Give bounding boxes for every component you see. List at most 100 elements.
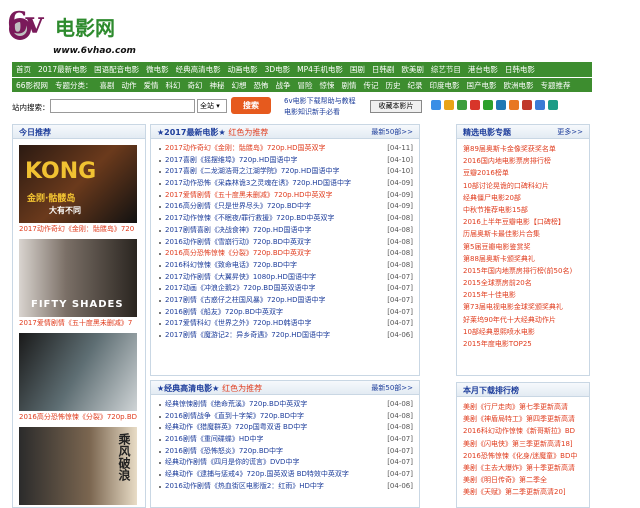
topic-item[interactable]: 第88届奥斯卡颁奖典礼 <box>463 253 585 265</box>
movie-link[interactable]: 2016科幻惊悚《致命电话》720p.BD中字 <box>165 260 297 272</box>
movie-row[interactable]: 2017剧情《古惑仔之柱国风暴》720p.HD国语中字 [04-07] <box>159 295 413 307</box>
movie-link[interactable]: 2016动作剧情《雪崩行动》720p.BD中英双字 <box>165 237 311 249</box>
topic-link[interactable]: 历届奥斯卡最佳影片合集 <box>463 230 540 238</box>
poster-caption[interactable]: 2017爱情剧情《五十度黑未删减》7 <box>19 318 137 328</box>
category-nav-link[interactable]: 历史 <box>386 80 401 91</box>
movie-link[interactable]: 2016高分剧情《只是世界尽头》720p.BD中字 <box>165 201 311 213</box>
movie-link[interactable]: 2017喜剧《二龙湖浩哥之江湖学院》720p.HD国语中字 <box>165 166 340 178</box>
movie-link[interactable]: 2017动作奇幻《金刚：骷髅岛》720p.HD国英双字 <box>165 143 326 155</box>
poster-item[interactable]: 2016高分恐怖惊悚《分裂》720p.BD <box>19 333 137 422</box>
download-rank-item[interactable]: 美剧《明日传奇》第二季全 <box>463 474 585 486</box>
topic-item[interactable]: 2015年十佳电影 <box>463 289 585 301</box>
topic-link[interactable]: 2015全球票房前20名 <box>463 279 532 287</box>
category-nav-link[interactable]: 纪录 <box>408 80 423 91</box>
movie-link[interactable]: 2017剧情《古惑仔之柱国风暴》720p.HD国语中字 <box>165 295 326 307</box>
topic-link[interactable]: 第73届电视电影金球奖颁奖典礼 <box>463 303 563 311</box>
poster-item[interactable]: 乘风破浪 <box>19 427 137 505</box>
main-nav-link[interactable]: 微电影 <box>146 64 169 75</box>
movie-row[interactable]: 2016动作剧情《热血街区电影版2：红雨》HD中字 [04-06] <box>159 481 413 493</box>
topic-link[interactable]: 10部讨论晃诡的口碑科幻片 <box>463 182 549 190</box>
topic-link[interactable]: 2016国内地电影票房排行榜 <box>463 157 551 165</box>
download-rank-link[interactable]: 美剧《闪电侠》第三季更新高清18] <box>463 440 573 448</box>
movie-link[interactable]: 2016剧情《恐怖怒炎》720p.BD中字 <box>165 446 283 458</box>
topic-item[interactable]: 2015年度电影TOP25 <box>463 338 585 350</box>
main-nav-link[interactable]: 综艺节目 <box>431 64 461 75</box>
category-nav-link[interactable]: 剧情 <box>342 80 357 91</box>
topic-link[interactable]: 豆瓣2016榜单 <box>463 169 509 177</box>
movie-row[interactable]: 2016剧情《重间碟蝶》HD中字 [04-07] <box>159 434 413 446</box>
topic-item[interactable]: 2015年国内地票房排行榜(前50名) <box>463 265 585 277</box>
category-nav-link[interactable]: 惊悚 <box>320 80 335 91</box>
movie-row[interactable]: 2017爱情科幻《世界之外》720p.HD韩语中字 [04-07] <box>159 318 413 330</box>
share-green-icon[interactable] <box>483 100 493 110</box>
movie-link[interactable]: 2017爱情剧情《五十度黑未删减》720p.HD中英双字 <box>165 190 333 202</box>
movie-link[interactable]: 2017剧情《魔游记2：异乡奇遇》720p.HD国语中字 <box>165 330 330 342</box>
poster-image[interactable] <box>19 333 137 411</box>
download-rank-link[interactable]: 美剧《天赋》第二季更新高清20] <box>463 488 566 496</box>
download-rank-item[interactable]: 美剧《主去大爆炸》第十季更新高清 <box>463 462 585 474</box>
category-nav-link[interactable]: 66影视网 <box>16 80 48 91</box>
download-rank-item[interactable]: 美剧《闪电侠》第三季更新高清18] <box>463 438 585 450</box>
movie-link[interactable]: 2016剧情《船友》720p.BD中英双字 <box>165 307 283 319</box>
topic-item[interactable]: 豆瓣2016榜单 <box>463 167 585 179</box>
category-nav-link[interactable]: 专题推荐 <box>541 80 571 91</box>
movie-row[interactable]: 2016剧情《船友》720p.BD中英双字 [04-07] <box>159 307 413 319</box>
download-rank-item[interactable]: 2016科幻动作惊悚《新哥斯拉》BD <box>463 425 585 437</box>
movie-row[interactable]: 2017动作剧情《大翼昇侠》1080p.HD国语中字 [04-07] <box>159 272 413 284</box>
category-nav-link[interactable]: 奇幻 <box>188 80 203 91</box>
main-nav-link[interactable]: 经典高清电影 <box>176 64 221 75</box>
movie-row[interactable]: 2017爱情剧情《五十度黑未删减》720p.HD中英双字 [04-09] <box>159 190 413 202</box>
help-link-tutorial[interactable]: 6v电影下载帮助与教程 <box>284 96 356 107</box>
category-nav-link[interactable]: 爱情 <box>144 80 159 91</box>
main-nav-link[interactable]: 2017最新电影 <box>38 64 87 75</box>
poster-item[interactable]: FIFTY SHADES 2017爱情剧情《五十度黑未删减》7 <box>19 239 137 328</box>
movie-link[interactable]: 2017喜剧《摇摆维埠》720p.HD国语中字 <box>165 155 298 167</box>
download-rank-item[interactable]: 美剧《天赋》第二季更新高清20] <box>463 486 585 498</box>
download-rank-link[interactable]: 美剧《神盾局特工》第四季更新高清 <box>463 415 575 423</box>
main-nav-link[interactable]: 3D电影 <box>265 64 291 75</box>
movie-row[interactable]: 2016动作剧情《雪崩行动》720p.BD中英双字 [04-08] <box>159 237 413 249</box>
topic-link[interactable]: 第89届奥斯卡金像奖获奖名单 <box>463 145 556 153</box>
share-kaixin-icon[interactable] <box>535 100 545 110</box>
help-link-newbie[interactable]: 电影知识新手必看 <box>284 107 356 118</box>
topic-link[interactable]: 2015年国内地票房排行榜(前50名) <box>463 267 572 275</box>
bookmark-button[interactable]: 收藏本影片 <box>370 100 422 113</box>
movie-row[interactable]: 2017喜剧《二龙湖浩哥之江湖学院》720p.HD国语中字 [04-10] <box>159 166 413 178</box>
category-nav-link[interactable]: 神秘 <box>210 80 225 91</box>
topic-link[interactable]: 2016上半年豆瓣电影【口碑榜】 <box>463 218 565 226</box>
download-rank-item[interactable]: 2016恐怖惊悚《化身/迷魔童》BD中 <box>463 450 585 462</box>
topic-item[interactable]: 第73届电视电影金球奖颁奖典礼 <box>463 301 585 313</box>
main-nav-link[interactable]: 日韩电影 <box>505 64 535 75</box>
category-nav-link[interactable]: 恐怖 <box>254 80 269 91</box>
movie-link[interactable]: 经典动作《猎魔群英》720p国粤双语 BD中字 <box>165 422 307 434</box>
download-rank-item[interactable]: 美剧《神盾局特工》第四季更新高清 <box>463 413 585 425</box>
main-nav-link[interactable]: 欧美剧 <box>401 64 424 75</box>
share-douban-icon[interactable] <box>522 100 532 110</box>
movie-row[interactable]: 2017剧情《魔游记2：异乡奇遇》720p.HD国语中字 [04-06] <box>159 330 413 342</box>
category-nav-link[interactable]: 传记 <box>364 80 379 91</box>
topic-item[interactable]: 10部经典恩熙喷水电影 <box>463 326 585 338</box>
movie-link[interactable]: 2017剧情喜剧《决战食神》720p.HD国语中字 <box>165 225 312 237</box>
movie-row[interactable]: 2016高分恐怖惊悚《分裂》720p.BD中英双字 [04-08] <box>159 248 413 260</box>
topic-item[interactable]: 2016国内地电影票房排行榜 <box>463 155 585 167</box>
movie-link[interactable]: 2016高分恐怖惊悚《分裂》720p.BD中英双字 <box>165 248 311 260</box>
newest-movies-more-link[interactable]: 最新50部>> <box>371 127 413 137</box>
movie-row[interactable]: 2016剧情《恐怖怒炎》720p.BD中字 [04-07] <box>159 446 413 458</box>
movie-row[interactable]: 经典动作《猎魔群英》720p国粤双语 BD中字 [04-08] <box>159 422 413 434</box>
movie-link[interactable]: 2016剧情《重间碟蝶》HD中字 <box>165 434 263 446</box>
movie-row[interactable]: 2017动画《冲浪企鹅2》720p.BD国英双语中字 [04-07] <box>159 283 413 295</box>
main-nav-link[interactable]: 动画电影 <box>228 64 258 75</box>
category-nav-link[interactable]: 冒险 <box>298 80 313 91</box>
poster-caption[interactable]: 2016高分恐怖惊悚《分裂》720p.BD <box>19 412 137 422</box>
poster-item[interactable]: KONG 金刚·骷髅岛 大有不同 2017动作奇幻《金刚：骷髅岛》720 <box>19 145 137 234</box>
main-nav-link[interactable]: 国语配音电影 <box>94 64 139 75</box>
site-logo[interactable]: 6v 电影网 www.6vhao.com <box>5 4 145 60</box>
topic-link[interactable]: 2015年度电影TOP25 <box>463 340 532 348</box>
movie-row[interactable]: 经典动作剧情《四月是你的谎言》DVD中字 [04-07] <box>159 457 413 469</box>
topic-item[interactable]: 中秋节推荐电影15部 <box>463 204 585 216</box>
download-rank-link[interactable]: 美剧《行尸走肉》第七季更新高清 <box>463 403 568 411</box>
movie-row[interactable]: 2017喜剧《摇摆维埠》720p.HD国语中字 [04-10] <box>159 155 413 167</box>
topic-item[interactable]: 好莱坞90年代十大经典动作片 <box>463 314 585 326</box>
topic-item[interactable]: 历届奥斯卡最佳影片合集 <box>463 228 585 240</box>
movie-row[interactable]: 2017动作恐怖《采森林诡3之灵魂在诱》720p.HD国语中字 [04-09] <box>159 178 413 190</box>
